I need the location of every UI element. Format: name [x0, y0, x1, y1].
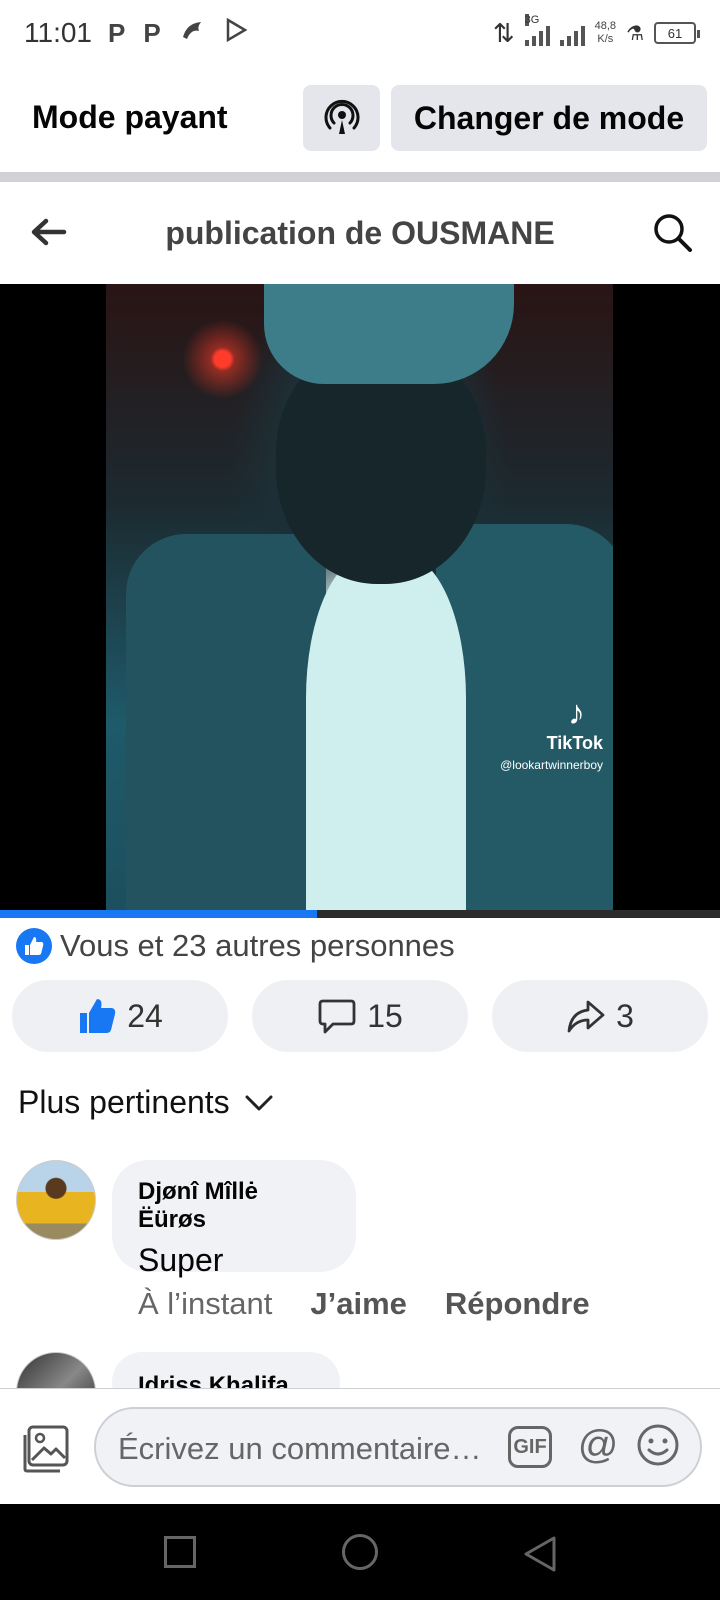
comment-text: Super — [138, 1242, 224, 1278]
comment-count: 15 — [367, 997, 403, 1034]
back-button[interactable] — [28, 212, 68, 252]
smiley-icon — [637, 1424, 679, 1466]
tiktok-logo-icon: ♪ — [568, 694, 585, 732]
video-content — [126, 534, 326, 910]
podcast-button[interactable] — [303, 85, 380, 151]
battery-level: 61 — [667, 25, 683, 41]
comment-meta: À l’instant J’aime Répondre — [138, 1286, 590, 1322]
video-progress-fill — [0, 910, 317, 918]
like-button[interactable]: 24 — [12, 980, 228, 1052]
search-button[interactable] — [652, 212, 694, 254]
video-content — [264, 284, 514, 384]
comment-button[interactable]: 15 — [252, 980, 468, 1052]
emoji-button[interactable] — [636, 1423, 680, 1467]
comment-like-button[interactable]: J’aime — [310, 1286, 407, 1322]
arrow-left-icon — [31, 218, 67, 246]
comment-author[interactable]: Djønî Mîllė Ëürøs — [138, 1178, 330, 1234]
gif-button[interactable]: GIF — [508, 1426, 552, 1468]
avatar[interactable] — [16, 1160, 96, 1240]
back-nav-button[interactable] — [522, 1534, 558, 1579]
comment-timestamp: À l’instant — [138, 1286, 273, 1321]
flask-icon: ⚗ — [626, 22, 644, 45]
mode-title: Mode payant — [32, 98, 228, 135]
video-frame[interactable]: ♪ TikTok @lookartwinnerboy — [106, 284, 613, 910]
reactions-text: Vous et 23 autres personnes — [60, 928, 455, 963]
sort-label: Plus pertinents — [18, 1084, 230, 1120]
page-title: publication de OUSMANE — [165, 214, 555, 251]
post-header: publication de OUSMANE — [0, 182, 720, 284]
comment-placeholder: Écrivez un commentaire… — [118, 1431, 482, 1466]
status-time: 11:01 — [24, 17, 92, 48]
reactions-summary[interactable]: Vous et 23 autres personnes — [16, 926, 455, 966]
battery-icon: 61 — [654, 22, 700, 44]
share-icon — [567, 1000, 605, 1033]
like-count: 24 — [127, 997, 163, 1034]
search-icon — [654, 214, 692, 252]
data-arrows-icon: ⇅ — [492, 17, 515, 48]
video-player[interactable]: ♪ TikTok @lookartwinnerboy — [0, 284, 720, 918]
like-badge-icon — [16, 928, 52, 964]
signal-strength-icon: 3G — [524, 14, 550, 46]
network-speed: 48,8 K/s — [595, 20, 616, 46]
tiktok-watermark: ♪ TikTok @lookartwinnerboy — [500, 694, 603, 772]
tiktok-handle: @lookartwinnerboy — [500, 758, 603, 772]
comment-bubble[interactable]: Djønî Mîllė Ëürøs Super — [112, 1160, 356, 1278]
podcast-icon — [324, 99, 359, 134]
mode-bar: Mode payant Changer de mode — [0, 82, 720, 152]
home-button[interactable] — [342, 1534, 378, 1570]
signal-strength-icon — [559, 20, 585, 46]
notification-music-icon — [179, 17, 205, 50]
comment-sort-dropdown[interactable]: Plus pertinents — [18, 1084, 274, 1121]
notification-app-icon: P — [108, 17, 126, 48]
play-store-icon — [223, 17, 249, 50]
tiktok-label: TikTok — [546, 733, 603, 753]
image-icon — [23, 1425, 69, 1473]
share-count: 3 — [616, 997, 634, 1034]
comment-icon — [318, 999, 356, 1034]
video-progress-bar[interactable] — [0, 910, 720, 918]
notification-app-icon: P — [143, 17, 161, 48]
thumbs-up-icon — [80, 999, 116, 1033]
comment-reply-button[interactable]: Répondre — [445, 1286, 590, 1322]
system-nav-bar — [0, 1504, 720, 1600]
network-type: 3G — [524, 14, 540, 26]
triangle-back-icon — [524, 1536, 556, 1572]
share-button[interactable]: 3 — [492, 980, 708, 1052]
mention-button[interactable]: @ — [576, 1423, 620, 1467]
comment-composer: Écrivez un commentaire… GIF @ — [0, 1388, 720, 1504]
network-speed-unit: K/s — [597, 33, 614, 45]
status-bar: 11:01 P P ⇅ 3G 48,8 K/s ⚗ 61 — [0, 0, 720, 66]
recents-button[interactable] — [164, 1536, 196, 1568]
comment-input[interactable]: Écrivez un commentaire… GIF @ — [94, 1407, 702, 1487]
chevron-down-icon — [245, 1095, 273, 1110]
change-mode-button[interactable]: Changer de mode — [391, 85, 707, 151]
status-indicators: ⇅ 3G 48,8 K/s ⚗ 61 — [492, 14, 700, 49]
section-divider — [0, 172, 720, 182]
photo-button[interactable] — [20, 1423, 72, 1475]
video-content — [306, 554, 466, 910]
network-speed-value: 48,8 — [594, 20, 617, 32]
